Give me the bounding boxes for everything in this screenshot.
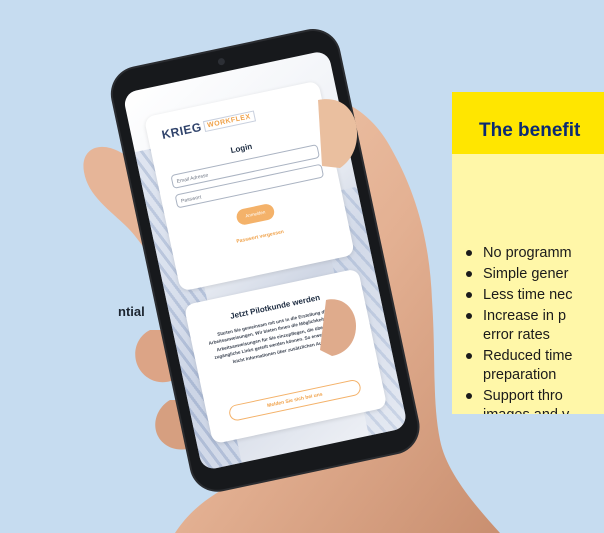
benefit-text: No programm (483, 245, 572, 261)
forgot-password-link[interactable]: Passwort vergessen (173, 215, 348, 258)
benefit-text: Support thro (483, 388, 563, 404)
login-card: KRIEG WORKFLEX Login Email Adresse Passwo… (143, 80, 355, 292)
pilot-customer-card: Jetzt Pilotkunde werden Starten Sie geme… (183, 268, 388, 445)
benefit-item: Increase in p error rates (452, 307, 604, 345)
benefit-text-cont: error rates (483, 327, 550, 343)
contact-us-button[interactable]: Melden Sie sich bei uns (227, 378, 363, 423)
benefits-header: The benefit (452, 92, 604, 154)
benefits-list: No programm Simple gener Less time nec I… (452, 244, 604, 414)
login-button[interactable]: Anmelden (235, 202, 276, 227)
benefit-item: Simple gener (452, 265, 604, 284)
benefits-panel: The benefit No programm Simple gener Les… (452, 92, 604, 414)
logo-main: KRIEG (160, 119, 203, 142)
krieg-workflex-logo: KRIEG WORKFLEX (160, 109, 256, 142)
benefit-text: Less time nec (483, 287, 573, 303)
benefit-text-cont: preparation (483, 367, 557, 383)
benefit-item: No programm (452, 244, 604, 263)
marketing-graphic: ntial KRIEG WORKFLEX Login Email Adresse… (0, 0, 604, 533)
benefit-text: Increase in p (483, 308, 567, 324)
benefit-item: Support thro images and v (452, 387, 604, 414)
benefits-heading: The benefit (479, 120, 581, 141)
logo-sub: WORKFLEX (202, 110, 256, 133)
benefit-item: Reduced time preparation (452, 347, 604, 385)
benefit-text: Reduced time (483, 348, 573, 364)
benefit-text: Simple gener (483, 266, 569, 282)
benefit-text-cont: images and v (483, 406, 604, 414)
benefit-item: Less time nec (452, 286, 604, 305)
